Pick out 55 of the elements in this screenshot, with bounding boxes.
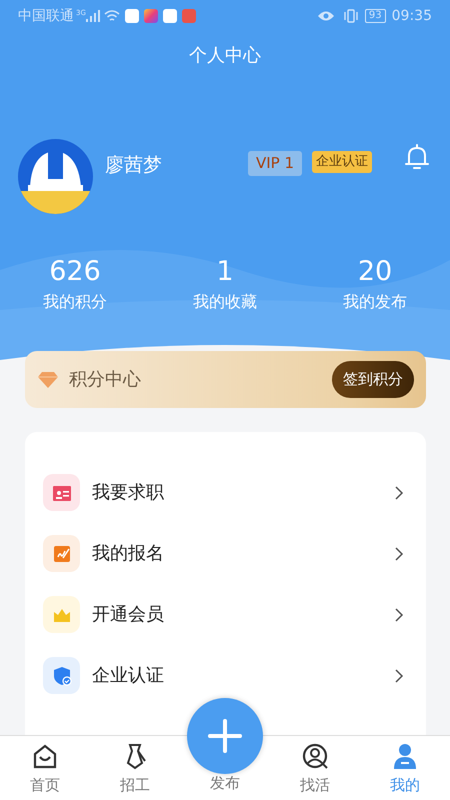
menu-item[interactable]: 开通会员 — [25, 584, 426, 645]
status-time: 09:35 — [392, 6, 432, 26]
chevron-right-icon — [394, 484, 404, 500]
notification-bell-icon[interactable] — [404, 143, 430, 171]
stat-value: 626 — [49, 256, 101, 288]
signal-icon — [86, 10, 100, 22]
app-notification-icon — [144, 9, 158, 23]
menu-label: 我要求职 — [92, 481, 164, 505]
tab-label: 招工 — [120, 775, 150, 796]
chevron-right-icon — [394, 668, 404, 684]
publish-button[interactable] — [187, 698, 263, 774]
diamond-icon — [37, 370, 59, 388]
menu-item[interactable]: 我要求职 — [25, 462, 426, 523]
page-title: 个人中心 — [189, 44, 261, 68]
menu-item[interactable]: 企业认证 — [25, 645, 426, 706]
home-tab-icon — [31, 742, 59, 770]
menu-label: 开通会员 — [92, 603, 164, 627]
tab-label: 我的 — [390, 775, 420, 796]
tab-item[interactable]: 找活 — [270, 736, 360, 800]
menu-item[interactable]: 我的报名 — [25, 523, 426, 584]
pen-note-icon — [43, 535, 80, 572]
stat-label: 我的积分 — [43, 291, 107, 313]
tab-item[interactable]: 招工 — [90, 736, 180, 800]
tab-item[interactable]: 首页 — [0, 736, 90, 800]
chevron-right-icon — [394, 606, 404, 622]
chevron-right-icon — [394, 546, 404, 562]
tab-label: 找活 — [300, 775, 330, 796]
carrier-name: 中国联通 — [18, 6, 74, 26]
stat-label: 我的发布 — [343, 291, 407, 313]
plus-icon — [208, 719, 242, 753]
find-tab-icon — [301, 742, 329, 770]
verified-badge: 企业认证 — [312, 151, 372, 172]
stat-label: 我的收藏 — [193, 291, 257, 313]
vip-level-badge: VIP 1 — [248, 151, 302, 176]
stat-value: 1 — [216, 256, 234, 288]
wifi-icon — [104, 10, 120, 22]
app-notification-icon — [124, 9, 139, 23]
eye-icon — [316, 10, 335, 22]
menu-label: 企业认证 — [92, 664, 164, 688]
tab-label: 首页 — [30, 775, 60, 796]
points-center-title: 积分中心 — [69, 368, 141, 392]
resume-icon — [43, 474, 80, 511]
stat-value: 20 — [358, 256, 392, 288]
app-notification-icon — [162, 9, 177, 23]
check-in-button[interactable]: 签到积分 — [332, 361, 414, 398]
vibrate-icon — [342, 9, 359, 23]
battery-level: 93 — [364, 9, 386, 23]
me-tab-icon — [391, 742, 419, 770]
menu-label: 我的报名 — [92, 542, 164, 566]
user-name: 廖茜梦 — [105, 153, 162, 178]
shield-check-icon — [43, 657, 80, 694]
tab-label[interactable]: 发布 — [210, 772, 240, 794]
crown-icon — [43, 596, 80, 633]
points-card[interactable]: 积分中心 签到积分 — [25, 351, 426, 408]
app-notification-icon — [182, 9, 196, 23]
